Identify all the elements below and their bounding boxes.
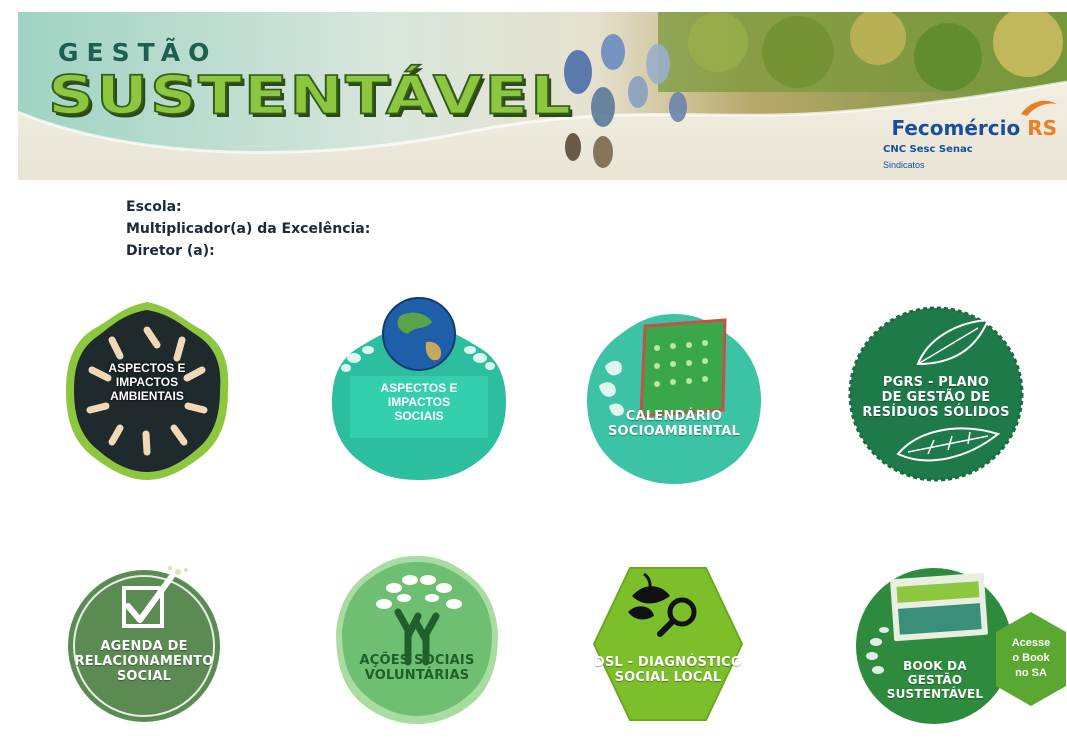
book-icon xyxy=(856,568,1012,724)
multiplier-label: Multiplicador(a) da Excelência: xyxy=(126,221,371,237)
badge-agenda[interactable]: AGENDA DE RELACIONAMENTO SOCIAL xyxy=(66,562,222,724)
magnifier-leaf-icon xyxy=(592,567,744,721)
school-info: Escola: Multiplicador(a) da Excelência: … xyxy=(126,196,370,262)
partner-name: Fecomércio xyxy=(891,116,1021,140)
partner-subline: CNC Sesc Senac xyxy=(883,144,973,155)
acesse-label: Acesse o Book no SA xyxy=(1011,637,1051,679)
badge-label: DSL - DIAGNÓSTICO SOCIAL LOCAL xyxy=(593,655,743,685)
badge-label: ASPECTOS E IMPACTOS AMBIENTAIS xyxy=(108,361,186,403)
director-label: Diretor (a): xyxy=(126,243,215,259)
partner-note: Sindicatos xyxy=(883,160,925,170)
badge-label: ASPECTOS E IMPACTOS SOCIAIS xyxy=(380,381,458,423)
desk-calendar-icon xyxy=(587,314,761,484)
partner-region: RS xyxy=(1027,116,1057,140)
fecomercio-logo: Fecomércio RS CNC Sesc Senac Sindicatos xyxy=(871,100,1061,180)
badge-label: CALENDÁRIO SOCIOAMBIENTAL xyxy=(607,409,740,439)
title-sustentavel: SUSTENTÁVEL xyxy=(47,65,573,127)
badge-label: AGENDA DE RELACIONAMENTO SOCIAL xyxy=(74,639,214,684)
badge-dsl[interactable]: DSL - DIAGNÓSTICO SOCIAL LOCAL xyxy=(592,564,744,724)
acesse-book-button[interactable]: Acesse o Book no SA xyxy=(996,612,1066,706)
header-banner: GESTÃO SUSTENTÁVEL Fecomércio RS CNC Ses… xyxy=(18,12,1067,180)
badge-book[interactable]: BOOK DA GESTÃO SUSTENTÁVEL xyxy=(856,562,1012,726)
badge-aspectos-ambientais[interactable]: ASPECTOS E IMPACTOS AMBIENTAIS xyxy=(62,300,232,482)
badge-calendario[interactable]: CALENDÁRIO SOCIOAMBIENTAL xyxy=(585,306,763,486)
title-gestao: GESTÃO xyxy=(58,38,218,67)
tree-hand-icon xyxy=(336,556,498,724)
school-label: Escola: xyxy=(126,199,182,215)
badge-label: AÇÕES SOCIAIS VOLUNTÁRIAS xyxy=(359,653,475,683)
badge-acoes-sociais[interactable]: AÇÕES SOCIAIS VOLUNTÁRIAS xyxy=(334,550,500,726)
badge-pgrs[interactable]: PGRS - PLANO DE GESTÃO DE RESÍDUOS SÓLID… xyxy=(848,304,1024,484)
badge-label: BOOK DA GESTÃO SUSTENTÁVEL xyxy=(886,659,984,701)
badge-aspectos-sociais[interactable]: ASPECTOS E IMPACTOS SOCIAIS xyxy=(330,296,508,482)
badge-label: PGRS - PLANO DE GESTÃO DE RESÍDUOS SÓLID… xyxy=(862,375,1010,420)
